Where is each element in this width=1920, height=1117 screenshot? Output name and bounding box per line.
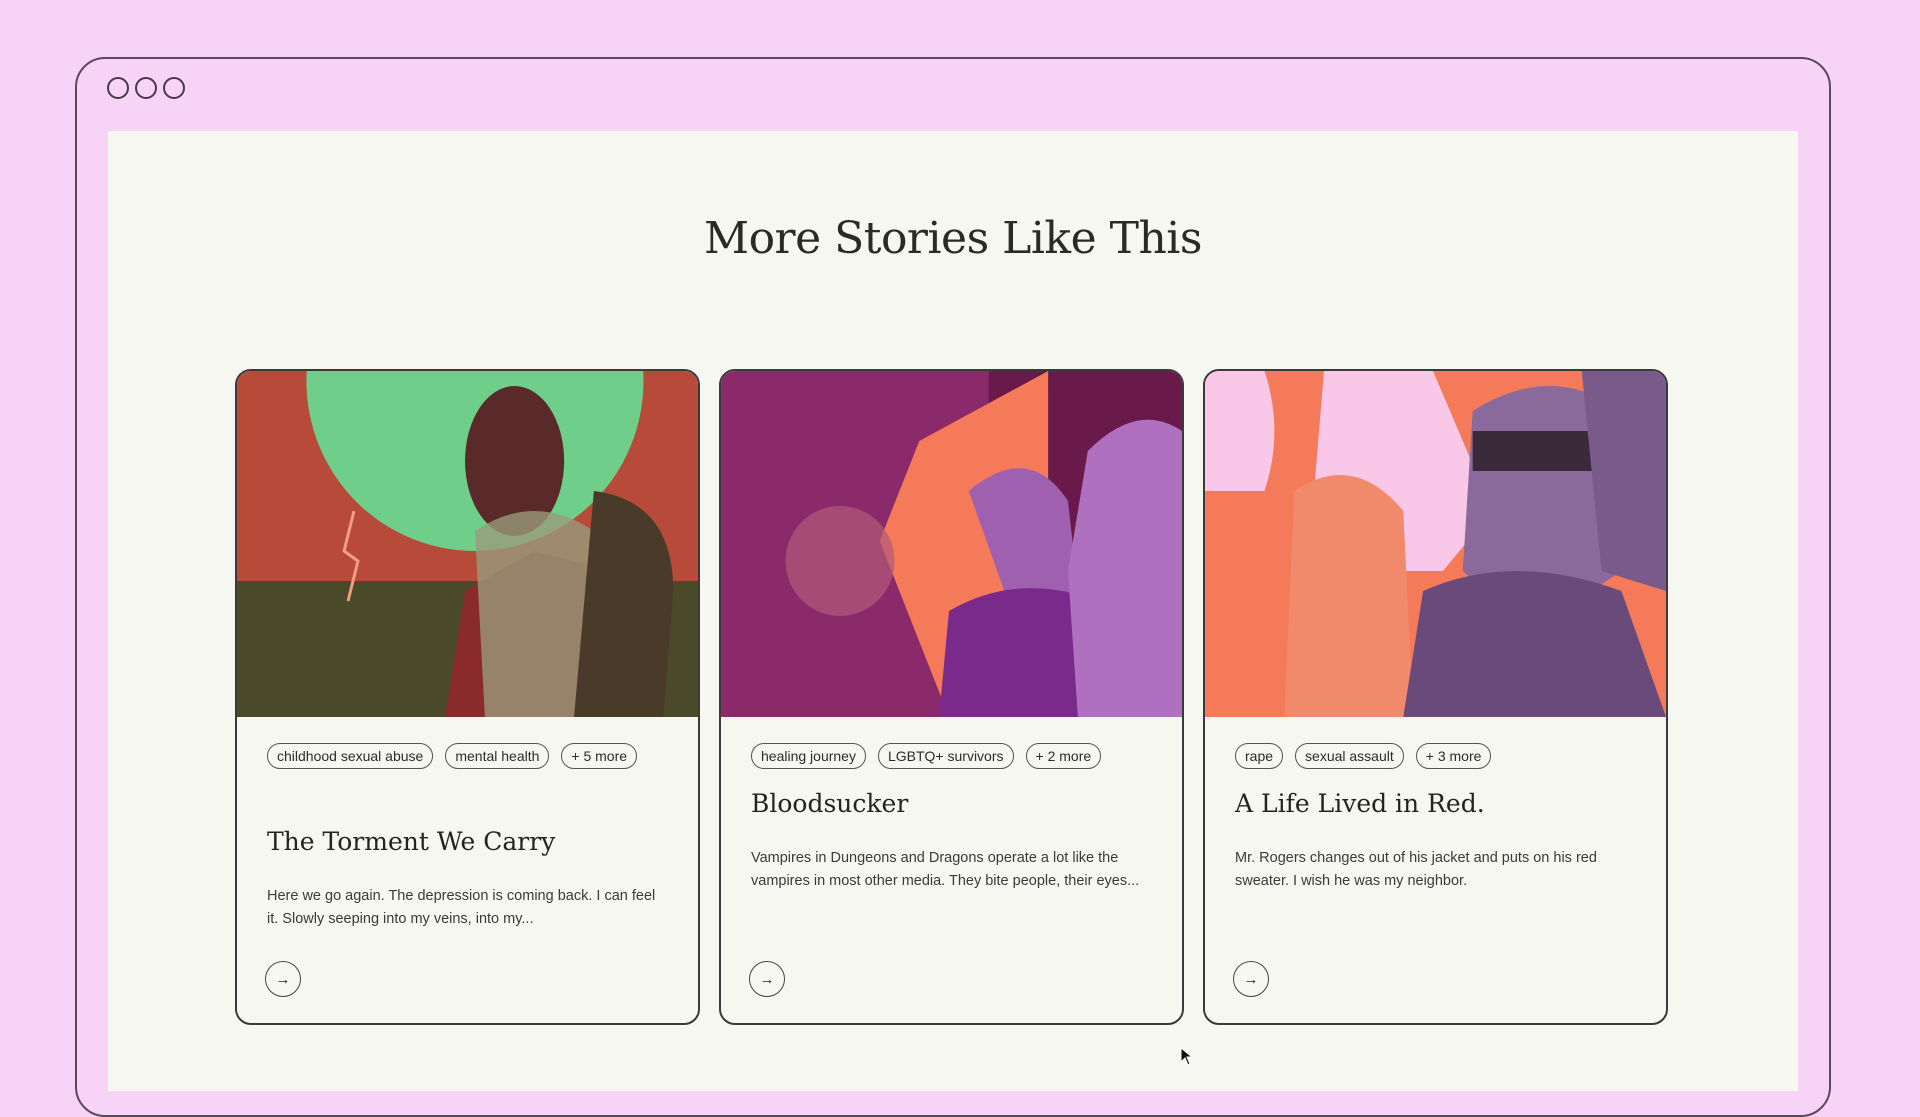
read-more-button[interactable]: → <box>1233 961 1269 997</box>
tag[interactable]: LGBTQ+ survivors <box>877 743 1014 769</box>
tag-more[interactable]: + 5 more <box>561 743 638 769</box>
arrow-right-icon: → <box>1243 970 1259 988</box>
story-title[interactable]: The Torment We Carry <box>267 827 678 856</box>
story-illustration <box>721 371 1182 717</box>
story-card[interactable]: childhood sexual abuse mental health + 5… <box>235 369 700 1025</box>
page-content: More Stories Like This childhood sexual … <box>108 131 1798 1091</box>
tag-more[interactable]: + 3 more <box>1415 743 1492 769</box>
story-card[interactable]: rape sexual assault + 3 more A Life Live… <box>1203 369 1668 1025</box>
story-excerpt: Vampires in Dungeons and Dragons operate… <box>751 850 1140 889</box>
tag[interactable]: sexual assault <box>1295 743 1404 769</box>
window-controls <box>107 77 185 99</box>
window-dot-icon[interactable] <box>107 77 129 99</box>
story-excerpt: Mr. Rogers changes out of his jacket and… <box>1235 850 1597 889</box>
story-card[interactable]: healing journey LGBTQ+ survivors + 2 mor… <box>719 369 1184 1025</box>
mouse-cursor-icon <box>1180 1047 1194 1066</box>
arrow-right-icon: → <box>275 970 291 988</box>
tag-more[interactable]: + 2 more <box>1025 743 1102 769</box>
read-more-button[interactable]: → <box>265 961 301 997</box>
tag[interactable]: childhood sexual abuse <box>267 743 434 769</box>
tag[interactable]: mental health <box>445 743 550 769</box>
arrow-right-icon: → <box>759 970 775 988</box>
story-title[interactable]: Bloodsucker <box>751 789 1162 818</box>
story-excerpt: Here we go again. The depression is comi… <box>267 888 656 927</box>
story-illustration <box>1205 371 1666 717</box>
section-title: More Stories Like This <box>704 213 1202 264</box>
read-more-button[interactable]: → <box>749 961 785 997</box>
story-title[interactable]: A Life Lived in Red. <box>1235 789 1646 818</box>
window-dot-icon[interactable] <box>135 77 157 99</box>
story-illustration <box>237 371 698 717</box>
window-dot-icon[interactable] <box>163 77 185 99</box>
tag-list: childhood sexual abuse mental health + 5… <box>267 743 678 769</box>
tag[interactable]: healing journey <box>751 743 866 769</box>
tag-list: healing journey LGBTQ+ survivors + 2 mor… <box>751 743 1162 769</box>
tag-list: rape sexual assault + 3 more <box>1235 743 1646 769</box>
tag[interactable]: rape <box>1235 743 1284 769</box>
